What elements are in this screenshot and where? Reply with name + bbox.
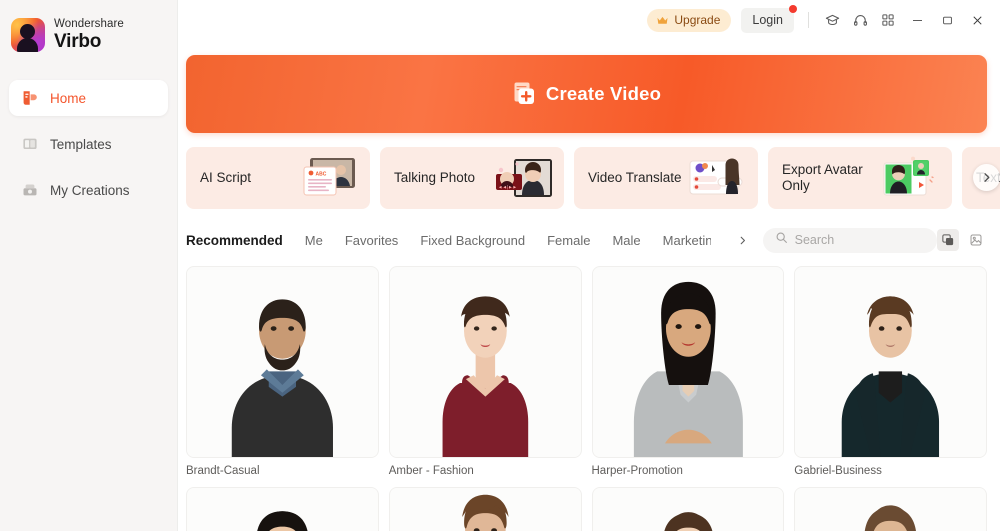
login-button[interactable]: Login (741, 7, 794, 33)
avatar-thumbnail (591, 487, 785, 531)
brand-text: Wondershare Virbo (54, 17, 124, 53)
main-content: Upgrade Login Create Video AI Script ABC… (178, 0, 1000, 531)
sidebar-nav: Home Templates My Creations (0, 56, 177, 208)
feature-card-label: Export Avatar Only (782, 161, 863, 193)
avatar-label: Brandt-Casual (186, 465, 260, 477)
tab-favorites[interactable]: Favorites (345, 233, 398, 248)
avatar-label: Gabriel-Business (794, 465, 882, 477)
tab-recommended[interactable]: Recommended (186, 233, 283, 248)
avatar-card[interactable] (591, 487, 785, 531)
graduation-cap-icon[interactable] (818, 6, 846, 34)
minimize-button[interactable] (902, 6, 932, 34)
feature-card-export-avatar-only[interactable]: Export Avatar Only (768, 147, 952, 209)
sidebar-item-home[interactable]: Home (9, 80, 168, 116)
crown-icon (656, 15, 669, 26)
feature-card-video-translate[interactable]: Video Translate (574, 147, 758, 209)
ai-script-thumb: ABC (300, 156, 362, 200)
search-input[interactable] (794, 233, 925, 247)
export-avatar-thumb (882, 156, 944, 200)
avatar-thumbnail (388, 487, 582, 531)
avatar-card[interactable]: Amber - Fashion (388, 266, 582, 477)
avatar-thumbnail (388, 266, 582, 458)
close-button[interactable] (962, 6, 992, 34)
tab-female[interactable]: Female (547, 233, 590, 248)
view-toggles (937, 229, 987, 251)
feature-card-label: AI Script (200, 169, 252, 185)
sidebar: Wondershare Virbo Home Templates My Crea… (0, 0, 178, 531)
brand-logo-block: Wondershare Virbo (0, 0, 177, 56)
sidebar-item-templates[interactable]: Templates (9, 126, 168, 162)
image-view-toggle[interactable] (965, 229, 987, 251)
avatar-card[interactable] (186, 487, 379, 531)
avatar-label: Harper-Promotion (591, 465, 683, 477)
login-wrapper: Login (741, 4, 797, 33)
feature-cards-row: AI Script ABC Talking Photo ◄◄|►► Video … (186, 147, 1000, 209)
notification-dot-badge (789, 4, 797, 13)
avatar-card[interactable] (794, 487, 987, 531)
category-tabs: Recommended Me Favorites Fixed Backgroun… (186, 233, 749, 248)
home-icon (21, 89, 39, 107)
search-icon (775, 231, 788, 249)
avatar-label: Amber - Fashion (388, 465, 474, 477)
avatar-thumbnail (591, 266, 785, 458)
login-label: Login (752, 13, 783, 27)
feature-card-talking-photo[interactable]: Talking Photo ◄◄|►► (380, 147, 564, 209)
feature-card-ai-script[interactable]: AI Script ABC (186, 147, 370, 209)
search-box[interactable] (762, 227, 937, 253)
maximize-button[interactable] (932, 6, 962, 34)
feature-cards-next-button[interactable] (973, 164, 1000, 191)
tab-fixed-background[interactable]: Fixed Background (420, 233, 525, 248)
titlebar-divider (808, 12, 809, 28)
upgrade-button[interactable]: Upgrade (647, 8, 732, 32)
avatar-card[interactable]: Gabriel-Business (794, 266, 987, 477)
avatar-grid: Brandt-Casual Amber - Fashion Harper-Pro… (186, 266, 987, 531)
avatar-thumbnail (186, 266, 379, 458)
avatar-thumbnail (794, 266, 987, 458)
feature-card-label: Talking Photo (394, 169, 476, 185)
brand-company-name: Wondershare (54, 17, 124, 30)
my-creations-icon (21, 181, 39, 199)
avatar-card[interactable]: Brandt-Casual (186, 266, 379, 477)
wondershare-virbo-logo-icon (11, 18, 45, 52)
create-video-button[interactable]: Create Video (186, 55, 987, 133)
avatar-thumbnail (794, 487, 987, 531)
sidebar-item-my-creations[interactable]: My Creations (9, 172, 168, 208)
tabbar: Recommended Me Favorites Fixed Backgroun… (186, 226, 987, 254)
create-video-label: Create Video (545, 83, 662, 104)
tab-me[interactable]: Me (305, 233, 323, 248)
upgrade-label: Upgrade (674, 13, 721, 27)
create-video-icon (512, 81, 536, 107)
tab-marketing[interactable]: Marketing (663, 233, 711, 248)
avatar-card[interactable]: Harper-Promotion (591, 266, 785, 477)
avatar-card[interactable] (388, 487, 582, 531)
apps-grid-icon[interactable] (874, 6, 902, 34)
avatar-view-toggle[interactable] (937, 229, 959, 251)
tab-male[interactable]: Male (612, 233, 640, 248)
sidebar-item-label: Templates (50, 136, 112, 152)
talking-photo-thumb: ◄◄|►► (494, 156, 556, 200)
titlebar: Upgrade Login (178, 0, 1000, 40)
video-translate-thumb (688, 156, 750, 200)
brand-product-name: Virbo (54, 31, 102, 53)
feature-card-label: Video Translate (588, 169, 682, 185)
avatar-thumbnail (186, 487, 379, 531)
sidebar-item-label: My Creations (50, 182, 130, 198)
headset-support-icon[interactable] (846, 6, 874, 34)
tabs-next-chevron-right-icon[interactable] (736, 234, 749, 247)
svg-text:ABC: ABC (316, 171, 327, 177)
svg-text:◄◄|►►: ◄◄|►► (498, 185, 517, 190)
templates-icon (21, 135, 39, 153)
sidebar-item-label: Home (50, 90, 87, 106)
virbo-app-window: Wondershare Virbo Home Templates My Crea… (0, 0, 1000, 531)
